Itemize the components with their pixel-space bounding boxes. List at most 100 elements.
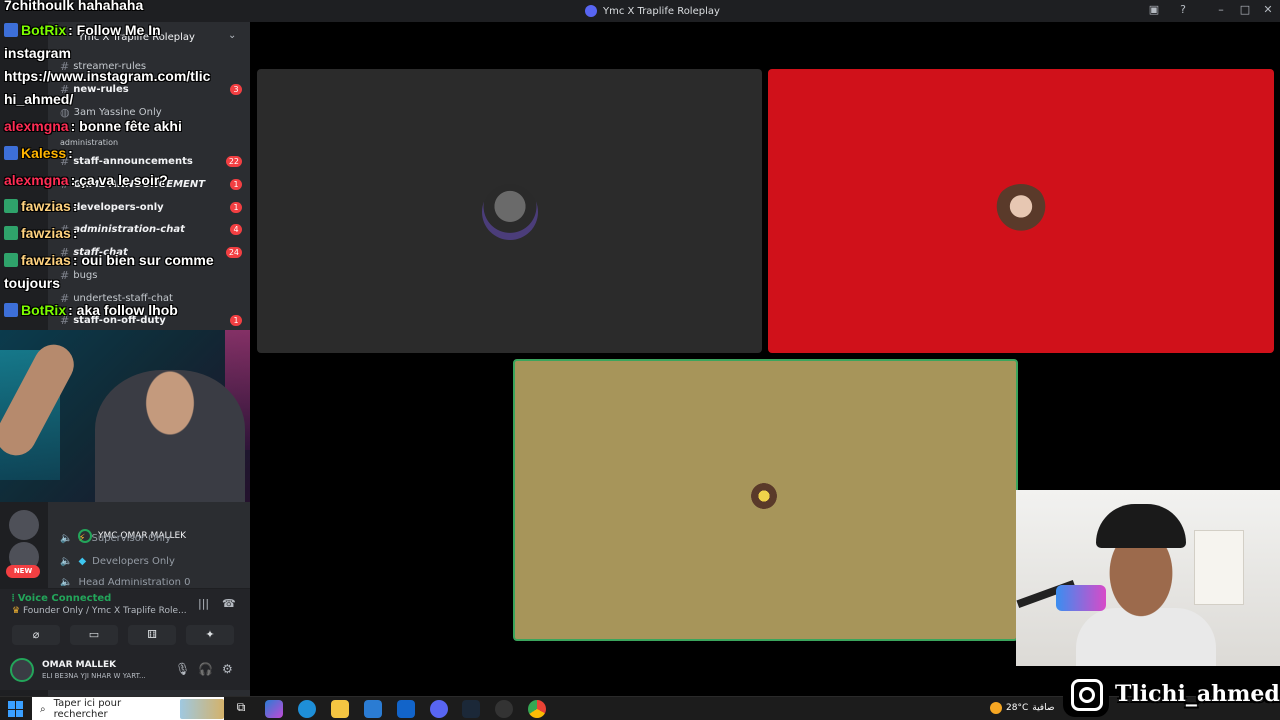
server-icon — [585, 5, 597, 17]
chat-line: hi_ahmed/ — [4, 91, 73, 107]
chat-text: : — [72, 225, 78, 241]
screen-share-button[interactable]: ▭ — [70, 625, 118, 645]
twitch-icon — [4, 23, 18, 37]
participant-avatar — [993, 184, 1049, 240]
video-tile-1[interactable] — [257, 69, 762, 353]
badge-icon — [4, 199, 18, 213]
voice-channel-developers[interactable]: 🔈 ◆ Developers Only — [60, 556, 175, 567]
voice-channel-label: Developers Only — [92, 556, 175, 567]
chat-text: : oui bien sur comme — [72, 252, 214, 268]
task-view-icon[interactable]: ⧉ — [232, 700, 250, 718]
voice-location-text: Founder Only / Ymc X Traplife Role... — [22, 606, 187, 616]
search-highlight-image — [180, 699, 224, 719]
guest-cap — [1096, 504, 1186, 548]
voice-channel-head-admin[interactable]: 🔈 Head Administration 0 — [60, 578, 191, 586]
chat-text: toujours — [4, 275, 60, 291]
chat-user: BotRix — [21, 302, 67, 318]
chat-line: instagram — [4, 45, 71, 61]
video-tile-3-speaking[interactable] — [513, 359, 1018, 641]
chat-user: alexmgna — [4, 118, 69, 134]
window-title: Ymc X Traplife Roleplay — [585, 5, 720, 17]
voice-channel-supervisor[interactable]: 🔈 ⚡ Supervisor Only — [60, 533, 171, 544]
voice-status-text: Voice Connected — [17, 593, 112, 604]
participant-avatar — [482, 184, 538, 240]
voice-location[interactable]: ♛ Founder Only / Ymc X Traplife Role... — [12, 606, 187, 616]
chat-line: https://www.instagram.com/tlic — [4, 68, 210, 84]
chat-text: 7chithoulk hahahaha — [4, 0, 144, 13]
wall-poster — [1194, 530, 1244, 605]
voice-channel-label: Head Administration 0 — [78, 578, 191, 586]
diamond-icon: ◆ — [78, 556, 87, 567]
chat-line: fawzias: — [4, 198, 77, 214]
outlook-icon[interactable] — [397, 700, 415, 718]
chat-line: fawzias: — [4, 225, 77, 241]
noise-suppression-icon[interactable]: ||| — [198, 597, 209, 610]
edge-icon[interactable] — [298, 700, 316, 718]
activity-button[interactable]: ⚅ — [128, 625, 176, 645]
chat-line: BotRix: Follow Me In — [4, 22, 161, 38]
disconnect-icon[interactable]: ☎ — [222, 597, 236, 610]
minimize-button[interactable]: – — [1212, 3, 1230, 16]
obs-icon[interactable] — [495, 700, 513, 718]
chat-user: fawzias — [21, 198, 71, 214]
weather-widget[interactable]: 28°C صافية — [990, 702, 1054, 714]
microphone — [1056, 585, 1106, 611]
video-tile-2[interactable] — [768, 69, 1274, 353]
chat-text: : Follow Me In — [68, 22, 161, 38]
screen: Ymc X Traplife Roleplay ▣ ? – □ ✕ Ymc X … — [0, 0, 1280, 720]
chat-text: : — [72, 198, 78, 214]
instagram-handle: Tlichi_ahmed — [1115, 681, 1280, 707]
chat-line: alexmgna: bonne fête akhi — [4, 118, 182, 134]
file-explorer-icon[interactable] — [331, 700, 349, 718]
participant-avatar — [751, 483, 777, 509]
speaker-icon: 🔈 — [60, 533, 73, 544]
crown-icon: ♛ — [12, 606, 21, 616]
steam-icon[interactable] — [462, 700, 480, 718]
chat-user: BotRix — [21, 22, 67, 38]
speaker-icon: 🔈 — [60, 578, 73, 586]
close-button[interactable]: ✕ — [1259, 3, 1277, 16]
chat-text: instagram — [4, 45, 71, 61]
twitch-icon — [4, 146, 18, 160]
search-placeholder: Taper ici pour rechercher — [53, 698, 122, 720]
mic-icon[interactable]: 🎙 — [175, 662, 190, 676]
streamer-figure — [95, 370, 245, 502]
badge-icon — [4, 253, 18, 267]
user-status: ELI BE3NA YJI NHAR W YART... — [42, 672, 146, 680]
taskbar-search[interactable]: ⌕ Taper ici pour rechercher — [32, 697, 224, 720]
discord-icon[interactable] — [430, 700, 448, 718]
instagram-icon — [1063, 671, 1109, 717]
soundboard-button[interactable]: ✦ — [186, 625, 234, 645]
sun-icon — [990, 702, 1002, 714]
maximize-button[interactable]: □ — [1236, 3, 1254, 16]
user-avatar[interactable] — [10, 658, 34, 682]
chat-text: : ça va le soir? — [70, 172, 168, 188]
chrome-icon[interactable] — [528, 700, 546, 718]
chat-text: : — [68, 145, 73, 161]
chat-line: 7chithoulk hahahaha — [4, 0, 143, 13]
windows-start-icon[interactable] — [8, 701, 24, 717]
search-icon: ⌕ — [40, 703, 46, 715]
headphones-icon[interactable]: 🎧 — [198, 662, 213, 676]
user-name[interactable]: OMAR MALLEK — [42, 660, 116, 670]
store-icon[interactable] — [364, 700, 382, 718]
weather-desc: صافية — [1032, 703, 1055, 713]
stream-chat-overlay: 7chithoulk hahahaha BotRix: Follow Me In… — [0, 0, 250, 330]
chat-text: : bonne fête akhi — [70, 118, 182, 134]
camera-off-button[interactable]: ⌀ — [12, 625, 60, 645]
server-icon-1[interactable] — [9, 510, 39, 540]
help-icon[interactable]: ? — [1174, 3, 1192, 16]
copilot-icon[interactable] — [265, 700, 283, 718]
window-title-text: Ymc X Traplife Roleplay — [603, 5, 720, 17]
chat-line: toujours — [4, 275, 60, 291]
chat-user: fawzias — [21, 252, 71, 268]
weather-temp: 28°C — [1006, 703, 1029, 713]
chat-line: alexmgna: ça va le soir? — [4, 172, 168, 188]
voice-connected-panel: ⦙ Voice Connected ♛ Founder Only / Ymc X… — [0, 588, 250, 652]
voice-status[interactable]: ⦙ Voice Connected — [12, 593, 111, 604]
chat-text: hi_ahmed/ — [4, 91, 74, 107]
instagram-overlay: Tlichi_ahmed — [1063, 670, 1280, 718]
gear-icon[interactable]: ⚙ — [222, 662, 233, 676]
chat-user: alexmgna — [4, 172, 69, 188]
inbox-icon[interactable]: ▣ — [1145, 3, 1163, 16]
